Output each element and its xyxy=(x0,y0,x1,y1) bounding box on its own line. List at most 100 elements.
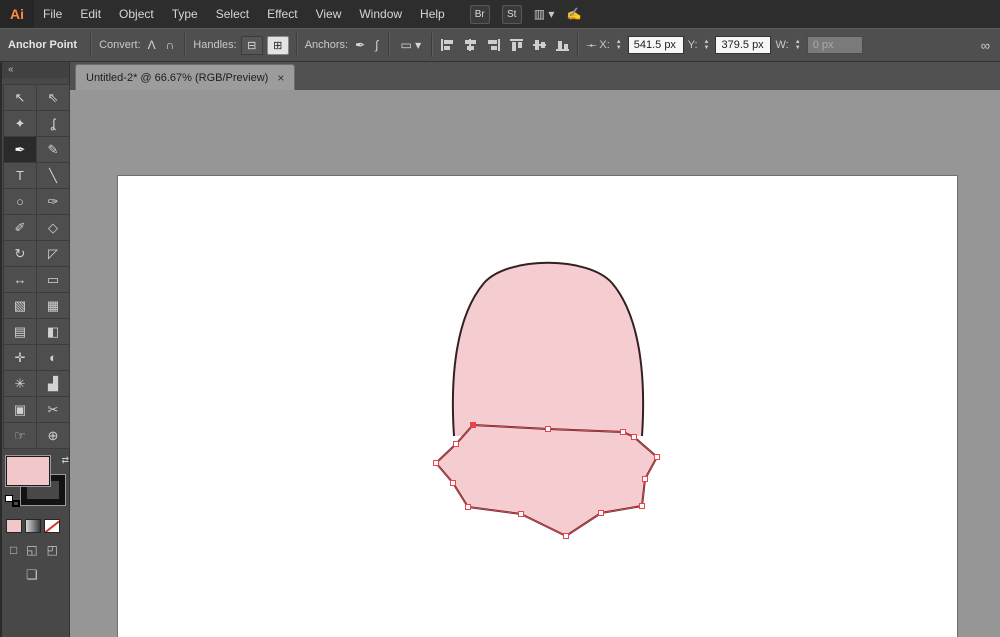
anchor-point[interactable] xyxy=(470,422,476,428)
blend-icon: ◐ xyxy=(49,350,57,365)
hide-handles-button[interactable]: ⊞ xyxy=(266,35,289,55)
paintbrush-icon: ✑ xyxy=(47,193,59,209)
direct-selection-tool[interactable]: ⇖ xyxy=(37,85,70,111)
anchor-point[interactable] xyxy=(598,510,604,516)
artboard-tool[interactable]: ▣ xyxy=(4,397,37,423)
anchor-point[interactable] xyxy=(620,429,626,435)
app-logo: Ai xyxy=(0,0,34,28)
menu-effect[interactable]: Effect xyxy=(258,0,306,28)
color-button[interactable] xyxy=(6,519,22,533)
draw-normal-icon[interactable]: □ xyxy=(10,543,17,557)
workspace-switcher-icon[interactable]: ▥ ▾ xyxy=(534,7,555,21)
perspective-grid-tool[interactable]: ▦ xyxy=(37,293,70,319)
anchor-point[interactable] xyxy=(450,480,456,486)
gradient-button[interactable] xyxy=(25,519,41,533)
convert-smooth-icon[interactable]: ∩ xyxy=(163,38,178,52)
stepper-down-icon[interactable]: ▼ xyxy=(616,45,622,51)
bridge-icon[interactable]: Br xyxy=(469,4,490,24)
x-input[interactable]: 541.5 px xyxy=(627,36,684,54)
tab-close-icon[interactable]: × xyxy=(277,71,284,85)
y-input[interactable]: 379.5 px xyxy=(715,36,772,54)
anchor-point[interactable] xyxy=(545,426,551,432)
anchor-point[interactable] xyxy=(654,454,660,460)
line-segment-tool[interactable]: ╲ xyxy=(37,163,70,189)
menu-file[interactable]: File xyxy=(34,0,71,28)
menu-object[interactable]: Object xyxy=(110,0,163,28)
paintbrush-tool[interactable]: ✑ xyxy=(37,189,70,215)
align-top-icon[interactable] xyxy=(509,38,524,52)
rotate-tool[interactable]: ↻ xyxy=(4,241,37,267)
collar-shape[interactable] xyxy=(434,423,659,538)
gradient-tool[interactable]: ◧ xyxy=(37,319,70,345)
selection-tool[interactable]: ↖ xyxy=(4,85,37,111)
stock-icon[interactable]: St xyxy=(501,4,522,24)
draw-behind-icon[interactable]: ◱ xyxy=(26,543,37,557)
width-tool[interactable]: ↔ xyxy=(4,267,37,293)
draw-inside-icon[interactable]: ◰ xyxy=(47,543,58,557)
add-anchor-point-icon: ✎ xyxy=(47,141,59,157)
canvas-area[interactable] xyxy=(70,90,1000,637)
eyedropper-tool[interactable]: ✛ xyxy=(4,345,37,371)
show-handles-button[interactable]: ⊟ xyxy=(240,35,263,55)
magic-wand-tool[interactable]: ✦ xyxy=(4,111,37,137)
w-label: W: xyxy=(775,39,789,51)
align-left-icon[interactable] xyxy=(440,38,455,52)
add-anchor-point-tool[interactable]: ✎ xyxy=(37,137,70,163)
anchor-point[interactable] xyxy=(639,503,645,509)
convert-corner-icon[interactable]: Λ xyxy=(145,38,159,52)
head-shape[interactable] xyxy=(451,261,645,437)
artboard-options-icon[interactable]: ▭ ▾ xyxy=(397,38,424,52)
pen-tool[interactable]: ✒ xyxy=(4,137,37,163)
hand-tool[interactable]: ☞ xyxy=(4,423,37,449)
zoom-tool[interactable]: ⊕ xyxy=(37,423,70,449)
tools-panel-collapse[interactable]: « xyxy=(2,62,69,78)
anchor-point[interactable] xyxy=(563,533,569,539)
document-tab[interactable]: Untitled-2* @ 66.67% (RGB/Preview) × xyxy=(75,64,296,90)
swap-fill-stroke-icon[interactable]: ⇄ xyxy=(61,455,69,466)
menu-help[interactable]: Help xyxy=(411,0,454,28)
menu-type[interactable]: Type xyxy=(163,0,207,28)
none-button[interactable] xyxy=(44,519,60,533)
y-stepper[interactable]: ▲ ▼ xyxy=(704,39,710,51)
gradient-icon: ◧ xyxy=(46,323,60,339)
align-right-icon[interactable] xyxy=(486,38,501,52)
anchor-point[interactable] xyxy=(631,434,637,440)
scale-tool[interactable]: ◸ xyxy=(37,241,70,267)
menu-select[interactable]: Select xyxy=(207,0,258,28)
eraser-tool[interactable]: ◇ xyxy=(37,215,70,241)
align-center-icon[interactable] xyxy=(463,38,478,52)
shape-builder-tool[interactable]: ▧ xyxy=(4,293,37,319)
slice-tool[interactable]: ✂ xyxy=(37,397,70,423)
pencil-tool[interactable]: ✐ xyxy=(4,215,37,241)
default-swatches-icon[interactable] xyxy=(5,495,20,507)
anchor-point[interactable] xyxy=(465,504,471,510)
x-stepper[interactable]: ▲ ▼ xyxy=(616,39,622,51)
column-graph-tool[interactable]: ▟ xyxy=(37,371,70,397)
align-middle-icon[interactable] xyxy=(532,38,547,52)
menu-edit[interactable]: Edit xyxy=(71,0,110,28)
blend-tool[interactable]: ◐ xyxy=(37,345,70,371)
mesh-tool[interactable]: ▤ xyxy=(4,319,37,345)
link-icon[interactable]: ∞ xyxy=(981,38,992,53)
stepper-down-icon[interactable]: ▼ xyxy=(704,45,710,51)
free-transform-tool[interactable]: ▭ xyxy=(37,267,70,293)
share-icon[interactable]: ✍ xyxy=(566,7,581,21)
lasso-tool[interactable]: ʆ xyxy=(37,111,70,137)
remove-anchor-icon[interactable]: ✒ xyxy=(352,38,368,52)
ellipse-tool[interactable]: ○ xyxy=(4,189,37,215)
screen-mode-icon[interactable]: ❏ xyxy=(26,567,38,582)
anchor-point[interactable] xyxy=(453,441,459,447)
align-bottom-icon[interactable] xyxy=(555,38,570,52)
anchor-point[interactable] xyxy=(433,460,439,466)
anchor-point[interactable] xyxy=(642,476,648,482)
symbol-sprayer-tool[interactable]: ✳ xyxy=(4,371,37,397)
fill-swatch[interactable] xyxy=(6,456,50,486)
anchor-point[interactable] xyxy=(518,511,524,517)
magic-wand-icon: ✦ xyxy=(14,115,26,131)
menu-view[interactable]: View xyxy=(307,0,351,28)
type-tool[interactable]: T xyxy=(4,163,37,189)
artboard[interactable] xyxy=(117,175,958,637)
connect-path-icon[interactable]: ∫ xyxy=(372,38,381,52)
menu-window[interactable]: Window xyxy=(350,0,411,28)
reference-point-icon[interactable]: −▪− xyxy=(586,41,596,50)
